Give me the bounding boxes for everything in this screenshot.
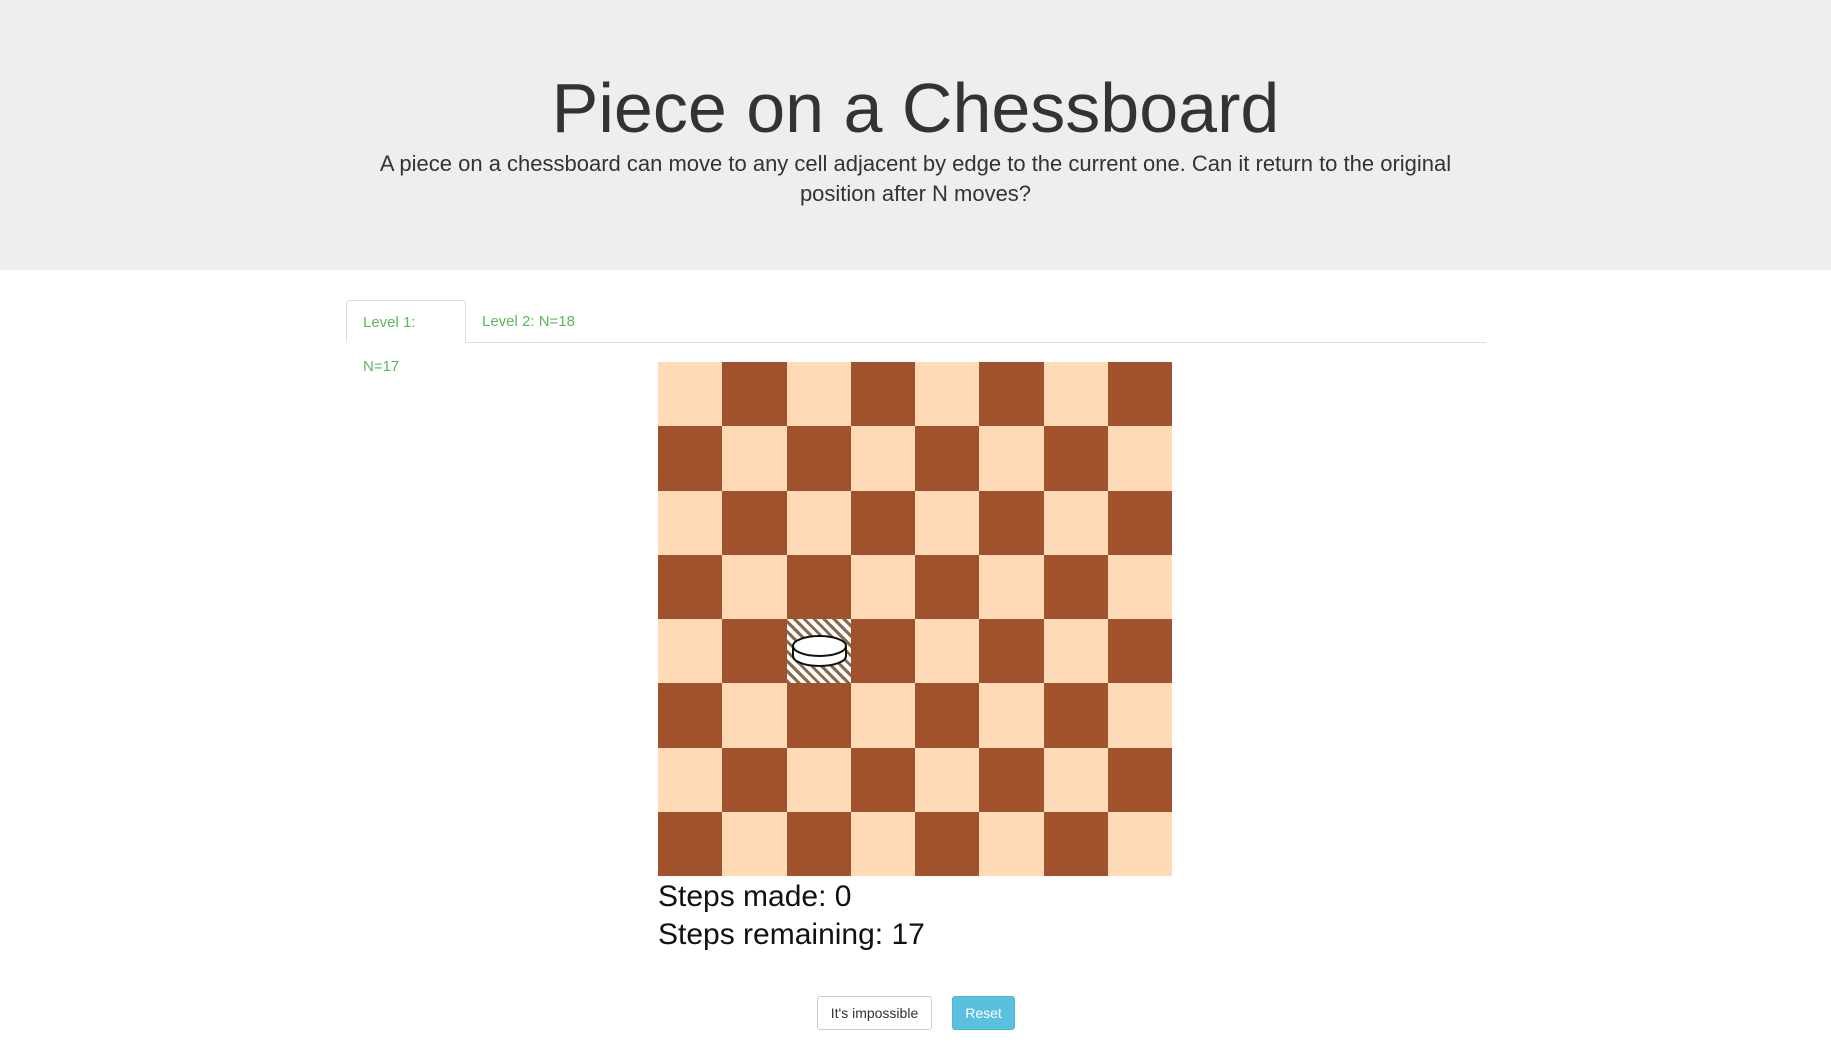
board-cell-r2-c6[interactable]	[979, 426, 1044, 491]
board-cell-r4-c3[interactable]	[786, 554, 851, 619]
board-cell-r1-c3[interactable]	[786, 362, 851, 427]
board-cell-r8-c1[interactable]	[658, 811, 723, 876]
tab-level-1[interactable]: Level 1: N=17	[346, 300, 466, 375]
board-cell-r3-c1[interactable]	[658, 490, 723, 555]
board-cell-r3-c3[interactable]	[786, 490, 851, 555]
steps-made-text: Steps made: 0	[658, 880, 852, 913]
chessboard	[658, 362, 1172, 876]
page-description: A piece on a chessboard can move to any …	[379, 151, 1452, 206]
board-cell-r6-c5[interactable]	[915, 683, 980, 748]
board-cell-r6-c8[interactable]	[1107, 683, 1172, 748]
board-cell-r3-c5[interactable]	[915, 490, 980, 555]
board-cell-r2-c4[interactable]	[850, 426, 915, 491]
header-banner: Piece on a Chessboard A piece on a chess…	[0, 0, 1831, 270]
steps-remaining-text: Steps remaining: 17	[658, 918, 925, 951]
board-cell-r4-c2[interactable]	[722, 554, 787, 619]
board-cell-r7-c8[interactable]	[1107, 747, 1172, 812]
board-cell-r6-c1[interactable]	[658, 683, 723, 748]
board-cell-r5-c7[interactable]	[1043, 619, 1108, 684]
board-cell-r6-c2[interactable]	[722, 683, 787, 748]
board-cell-r2-c5[interactable]	[915, 426, 980, 491]
board-cell-r5-c8[interactable]	[1107, 619, 1172, 684]
board-cell-r1-c1[interactable]	[658, 362, 723, 427]
board-cell-r7-c7[interactable]	[1043, 747, 1108, 812]
board-cell-r1-c5[interactable]	[915, 362, 980, 427]
board-cell-r4-c1[interactable]	[658, 554, 723, 619]
board-cell-r6-c7[interactable]	[1043, 683, 1108, 748]
board-cell-r8-c4[interactable]	[850, 811, 915, 876]
board-cell-r2-c8[interactable]	[1107, 426, 1172, 491]
board-cell-r4-c6[interactable]	[979, 554, 1044, 619]
tab-level-2[interactable]: Level 2: N=18	[466, 300, 591, 342]
board-cell-r1-c4[interactable]	[850, 362, 915, 427]
board-cell-r7-c1[interactable]	[658, 747, 723, 812]
board-cell-r4-c7[interactable]	[1043, 554, 1108, 619]
board-cell-r6-c4[interactable]	[850, 683, 915, 748]
board-cell-r8-c2[interactable]	[722, 811, 787, 876]
board-cell-r6-c3[interactable]	[786, 683, 851, 748]
board-cell-r7-c5[interactable]	[915, 747, 980, 812]
impossible-button[interactable]: It's impossible	[817, 996, 932, 1030]
board-cell-r3-c8[interactable]	[1107, 490, 1172, 555]
page-title: Piece on a Chessboard	[551, 69, 1280, 147]
board-cell-r3-c4[interactable]	[850, 490, 915, 555]
board-cell-r8-c6[interactable]	[979, 811, 1044, 876]
board-cell-r1-c6[interactable]	[979, 362, 1044, 427]
board-cell-r7-c2[interactable]	[722, 747, 787, 812]
board-cell-r2-c7[interactable]	[1043, 426, 1108, 491]
board-cell-r5-c4[interactable]	[850, 619, 915, 684]
board-cell-r6-c6[interactable]	[979, 683, 1044, 748]
board-cell-r3-c6[interactable]	[979, 490, 1044, 555]
board-cell-r4-c8[interactable]	[1107, 554, 1172, 619]
board-cell-r5-c6[interactable]	[979, 619, 1044, 684]
board-cell-current[interactable]	[786, 619, 851, 684]
stats-panel: Steps made: 0 Steps remaining: 17	[658, 878, 925, 954]
board-cell-r8-c3[interactable]	[786, 811, 851, 876]
board-cell-r8-c8[interactable]	[1107, 811, 1172, 876]
board-cell-r7-c6[interactable]	[979, 747, 1044, 812]
board-cell-r5-c2[interactable]	[722, 619, 787, 684]
level-tabs: Level 1: N=17 Level 2: N=18	[346, 300, 1486, 375]
checker-piece-icon[interactable]	[791, 634, 848, 670]
board-cell-r4-c5[interactable]	[915, 554, 980, 619]
board-cell-r3-c2[interactable]	[722, 490, 787, 555]
board-cell-r2-c3[interactable]	[786, 426, 851, 491]
board-cell-r8-c7[interactable]	[1043, 811, 1108, 876]
board-cell-r1-c8[interactable]	[1107, 362, 1172, 427]
board-cell-r8-c5[interactable]	[915, 811, 980, 876]
board-cell-r4-c4[interactable]	[850, 554, 915, 619]
board-cell-r2-c2[interactable]	[722, 426, 787, 491]
reset-button[interactable]: Reset	[952, 996, 1015, 1030]
board-cell-r7-c3[interactable]	[786, 747, 851, 812]
board-cell-r3-c7[interactable]	[1043, 490, 1108, 555]
board-cell-r1-c7[interactable]	[1043, 362, 1108, 427]
board-cell-r5-c5[interactable]	[915, 619, 980, 684]
board-cell-r1-c2[interactable]	[722, 362, 787, 427]
board-cell-r5-c1[interactable]	[658, 619, 723, 684]
board-cell-r2-c1[interactable]	[658, 426, 723, 491]
board-cell-r7-c4[interactable]	[850, 747, 915, 812]
